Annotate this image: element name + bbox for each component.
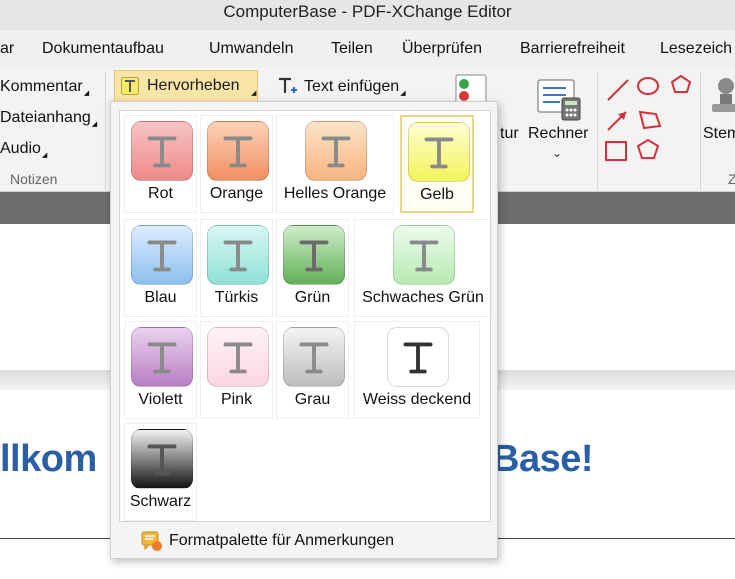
- style-option-label: Grau: [294, 391, 331, 408]
- color-swatch: [305, 121, 367, 181]
- dropdown-arrow-icon: ◢: [83, 90, 90, 97]
- notizen-group-label: Notizen: [10, 171, 58, 187]
- style-option[interactable]: Grau: [276, 321, 349, 419]
- audio-label: Audio: [0, 140, 41, 157]
- color-swatch: [131, 327, 193, 387]
- hervorheben-label: Hervorheben: [147, 77, 240, 94]
- text-t-icon: [409, 240, 439, 272]
- text-t-icon: [223, 136, 253, 168]
- style-option[interactable]: Pink: [200, 321, 273, 419]
- style-option[interactable]: Grün: [276, 219, 349, 317]
- text-t-icon: [299, 240, 329, 272]
- style-option-label: Rot: [148, 185, 173, 202]
- color-swatch: [393, 225, 455, 285]
- style-option-label: Blau: [144, 289, 177, 306]
- color-swatch: [408, 122, 470, 182]
- style-option[interactable]: Schwarz: [124, 423, 197, 521]
- menu-item-ueberpruefen[interactable]: Überprüfen: [402, 40, 482, 58]
- text-t-icon: [223, 240, 253, 272]
- style-option-label: Violett: [138, 391, 183, 408]
- page-headline-right: Base!: [492, 438, 594, 480]
- chevron-down-icon[interactable]: ⌄: [552, 146, 562, 160]
- style-option[interactable]: Violett: [124, 321, 197, 419]
- style-option-label: Schwaches Grün: [362, 289, 484, 306]
- color-swatch: [207, 225, 269, 285]
- z-group-label: Z: [728, 171, 735, 187]
- menu-bar: ar Dokumentaufbau Umwandeln Teilen Überp…: [0, 30, 735, 68]
- insert-text-icon: [279, 77, 297, 93]
- text-t-icon: [321, 136, 351, 168]
- style-option-label: Türkis: [214, 289, 259, 306]
- text-t-icon: [403, 342, 433, 374]
- text-einfuegen-button[interactable]: Text einfügen◢: [304, 78, 406, 97]
- style-option[interactable]: Blau: [124, 219, 197, 317]
- dropdown-arrow-icon: ◢: [251, 90, 257, 97]
- rechner-button[interactable]: Rechner: [528, 125, 588, 143]
- style-option[interactable]: Helles Orange: [276, 115, 394, 213]
- color-swatch: [131, 121, 193, 181]
- highlight-style-dropdown: Rot Orange Helles Orange Gelb Blau Türkis Grün…: [110, 101, 498, 559]
- color-swatch: [283, 327, 345, 387]
- kommentar-label: Kommentar: [0, 78, 83, 95]
- text-t-icon: [147, 444, 177, 476]
- menu-item-ar[interactable]: ar: [0, 40, 14, 58]
- dropdown-arrow-icon: ◢: [41, 152, 48, 159]
- text-einfuegen-label: Text einfügen: [304, 78, 400, 95]
- menu-item-lesezeichen[interactable]: Lesezeich: [660, 40, 732, 58]
- text-t-icon: [147, 136, 177, 168]
- group-separator: [105, 72, 106, 190]
- dropdown-arrow-icon: ◢: [91, 121, 98, 128]
- tur-label[interactable]: tur: [500, 125, 519, 143]
- style-option-label: Weiss deckend: [362, 391, 472, 408]
- menu-item-barrierefreiheit[interactable]: Barrierefreiheit: [520, 40, 625, 58]
- style-option[interactable]: Weiss deckend: [354, 321, 480, 419]
- format-palette-label: Formatpalette für Anmerkungen: [169, 532, 395, 549]
- highlight-text-icon: [121, 77, 139, 95]
- menu-item-teilen[interactable]: Teilen: [331, 40, 373, 58]
- menu-item-dokumentaufbau[interactable]: Dokumentaufbau: [42, 40, 164, 58]
- style-option[interactable]: Rot: [124, 115, 197, 213]
- color-swatch: [207, 121, 269, 181]
- style-option-label: Helles Orange: [283, 185, 387, 202]
- menu-item-umwandeln[interactable]: Umwandeln: [209, 40, 293, 58]
- page-headline-left: llkom: [0, 438, 97, 480]
- shapes-icons: [605, 74, 692, 161]
- style-option-label: Grün: [294, 289, 331, 306]
- kommentar-button[interactable]: Kommentar◢: [0, 78, 89, 97]
- text-t-icon: [147, 342, 177, 374]
- group-separator: [597, 72, 598, 190]
- style-option[interactable]: Gelb: [400, 115, 474, 213]
- audio-button[interactable]: Audio◢: [0, 140, 47, 159]
- group-separator: [700, 72, 701, 190]
- style-option[interactable]: Orange: [200, 115, 273, 213]
- color-swatch: [207, 327, 269, 387]
- style-option-label: Orange: [209, 185, 264, 202]
- color-swatch: [283, 225, 345, 285]
- text-t-icon: [147, 240, 177, 272]
- style-option-label: Pink: [220, 391, 253, 408]
- text-t-icon: [424, 137, 454, 169]
- stempel-button[interactable]: Stem: [703, 125, 735, 143]
- color-swatch: [387, 327, 449, 387]
- style-grid: Rot Orange Helles Orange Gelb Blau Türkis Grün…: [119, 110, 492, 522]
- window-title: ComputerBase - PDF-XChange Editor: [0, 0, 735, 30]
- style-option[interactable]: Schwaches Grün: [354, 219, 492, 317]
- calculator-icon: [537, 79, 581, 121]
- text-t-icon: [223, 342, 253, 374]
- style-option-label: Schwarz: [129, 493, 192, 510]
- style-option[interactable]: Türkis: [200, 219, 273, 317]
- stamp-icon: [712, 78, 735, 112]
- dateianhang-label: Dateianhang: [0, 109, 91, 126]
- text-t-icon: [299, 342, 329, 374]
- hervorheben-button[interactable]: Hervorheben ◢: [114, 70, 258, 102]
- color-swatch: [131, 225, 193, 285]
- dateianhang-button[interactable]: Dateianhang◢: [0, 109, 97, 128]
- palette-icon: [141, 531, 162, 551]
- style-option-label: Gelb: [420, 186, 454, 203]
- color-swatch: [131, 429, 193, 489]
- dropdown-arrow-icon: ◢: [400, 90, 406, 97]
- document-check-icon: [455, 74, 487, 104]
